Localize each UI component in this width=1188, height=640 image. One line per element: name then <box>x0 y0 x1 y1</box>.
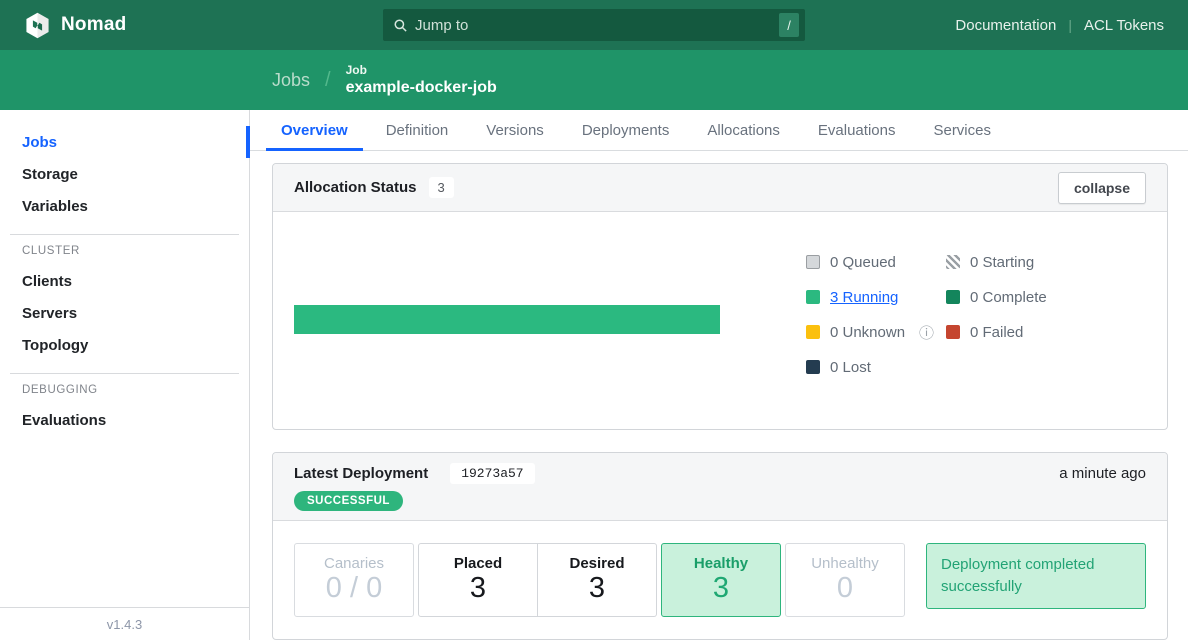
metric-placed: Placed 3 <box>418 543 538 617</box>
running-allocations-link[interactable]: 3 Running <box>830 289 898 306</box>
allocation-count-badge: 3 <box>429 177 454 198</box>
acl-tokens-link[interactable]: ACL Tokens <box>1084 17 1164 34</box>
legend-item-queued: 0 Queued <box>806 252 946 272</box>
navbar-links: Documentation | ACL Tokens <box>955 0 1164 50</box>
tab-evaluations[interactable]: Evaluations <box>803 110 911 150</box>
nomad-brand[interactable]: Nomad <box>24 12 126 39</box>
metric-healthy: Healthy 3 <box>661 543 781 617</box>
latest-deployment-header: Latest Deployment 19273a57 a minute ago … <box>273 453 1167 521</box>
nomad-logo-icon <box>24 12 51 39</box>
legend-label: 0 Queued <box>830 254 896 271</box>
allocation-status-header: Allocation Status 3 collapse <box>273 164 1167 212</box>
legend-item-running: 3 Running <box>806 287 946 307</box>
info-icon[interactable]: ⓘ <box>919 322 934 343</box>
allocation-legend: 0 Queued 0 Starting 3 Running 0 Complete <box>806 252 1047 377</box>
breadcrumb-current[interactable]: Job example-docker-job <box>346 63 497 98</box>
sidebar-heading-cluster: CLUSTER <box>0 245 249 257</box>
jump-to-search[interactable]: / <box>383 9 805 41</box>
tab-overview[interactable]: Overview <box>266 110 363 150</box>
latest-deployment-body: Canaries 0 / 0 Placed 3 Desired 3 Health… <box>273 521 1167 639</box>
brand-name: Nomad <box>61 14 126 36</box>
metric-canaries: Canaries 0 / 0 <box>294 543 414 617</box>
search-input[interactable] <box>415 17 779 34</box>
starting-swatch-icon <box>946 255 960 269</box>
breadcrumb-slash: / <box>325 69 331 92</box>
top-navbar: Nomad / Documentation | ACL Tokens <box>0 0 1188 50</box>
deployment-id-badge: 19273a57 <box>450 463 534 484</box>
failed-swatch-icon <box>946 325 960 339</box>
running-swatch-icon <box>806 290 820 304</box>
legend-label: 0 Complete <box>970 289 1047 306</box>
complete-swatch-icon <box>946 290 960 304</box>
tab-definition[interactable]: Definition <box>371 110 464 150</box>
allocation-status-panel: Allocation Status 3 collapse 0 Queued 0 … <box>272 163 1168 430</box>
deployment-timestamp: a minute ago <box>1059 465 1146 482</box>
allocation-status-title: Allocation Status <box>294 179 417 196</box>
breadcrumb-type-label: Job <box>346 63 497 78</box>
tab-versions[interactable]: Versions <box>471 110 559 150</box>
sidebar-divider <box>10 373 239 374</box>
job-tabbar: Overview Definition Versions Deployments… <box>250 110 1188 151</box>
legend-item-failed: 0 Failed <box>946 322 1047 342</box>
sidebar-item-variables[interactable]: Variables <box>0 190 249 222</box>
metric-label: Desired <box>569 555 624 572</box>
metric-label: Unhealthy <box>811 555 879 572</box>
legend-item-unknown: 0 Unknown ⓘ <box>806 322 946 342</box>
legend-item-starting: 0 Starting <box>946 252 1047 272</box>
metric-label: Placed <box>454 555 502 572</box>
queued-swatch-icon <box>806 255 820 269</box>
documentation-link[interactable]: Documentation <box>955 17 1056 34</box>
latest-deployment-panel: Latest Deployment 19273a57 a minute ago … <box>272 452 1168 640</box>
unknown-swatch-icon <box>806 325 820 339</box>
metric-label: Canaries <box>324 555 384 572</box>
metric-desired: Desired 3 <box>538 543 657 617</box>
metric-value: 3 <box>470 573 486 605</box>
lost-swatch-icon <box>806 360 820 374</box>
sidebar-divider <box>10 234 239 235</box>
legend-label: 0 Unknown <box>830 324 905 341</box>
legend-label: 0 Starting <box>970 254 1034 271</box>
nav-separator: | <box>1068 17 1072 33</box>
sidebar-item-topology[interactable]: Topology <box>0 329 249 361</box>
sidebar-item-storage[interactable]: Storage <box>0 158 249 190</box>
allocation-bar-chart[interactable] <box>294 305 720 334</box>
slash-shortcut-key: / <box>779 13 799 37</box>
metric-unhealthy: Unhealthy 0 <box>785 543 905 617</box>
sidebar-item-evaluations[interactable]: Evaluations <box>0 404 249 436</box>
tab-allocations[interactable]: Allocations <box>692 110 795 150</box>
tab-services[interactable]: Services <box>918 110 1006 150</box>
search-icon <box>393 18 408 33</box>
breadcrumb-jobs-link[interactable]: Jobs <box>272 70 310 91</box>
sidebar-item-servers[interactable]: Servers <box>0 297 249 329</box>
breadcrumb: Jobs / Job example-docker-job <box>0 50 1188 110</box>
allocation-status-body: 0 Queued 0 Starting 3 Running 0 Complete <box>273 212 1167 429</box>
breadcrumb-job-name: example-docker-job <box>346 78 497 98</box>
sidebar-item-jobs[interactable]: Jobs <box>0 126 249 158</box>
collapse-button[interactable]: collapse <box>1058 172 1146 204</box>
main-content: Overview Definition Versions Deployments… <box>250 110 1188 640</box>
deployment-message: Deployment completed successfully <box>926 543 1146 609</box>
sidebar: Jobs Storage Variables CLUSTER Clients S… <box>0 110 250 640</box>
legend-item-lost: 0 Lost <box>806 357 946 377</box>
legend-item-complete: 0 Complete <box>946 287 1047 307</box>
latest-deployment-title: Latest Deployment <box>294 465 428 482</box>
version-label: v1.4.3 <box>0 607 249 640</box>
legend-label: 0 Failed <box>970 324 1023 341</box>
metric-value: 3 <box>589 573 605 605</box>
deployment-status-badge: SUCCESSFUL <box>294 491 403 511</box>
sidebar-heading-debugging: DEBUGGING <box>0 384 249 396</box>
legend-label: 0 Lost <box>830 359 871 376</box>
tab-deployments[interactable]: Deployments <box>567 110 685 150</box>
metric-value: 0 / 0 <box>326 573 382 605</box>
sidebar-item-clients[interactable]: Clients <box>0 265 249 297</box>
metric-value: 0 <box>837 573 853 605</box>
metric-value: 3 <box>713 573 729 605</box>
metric-label: Healthy <box>694 555 748 572</box>
